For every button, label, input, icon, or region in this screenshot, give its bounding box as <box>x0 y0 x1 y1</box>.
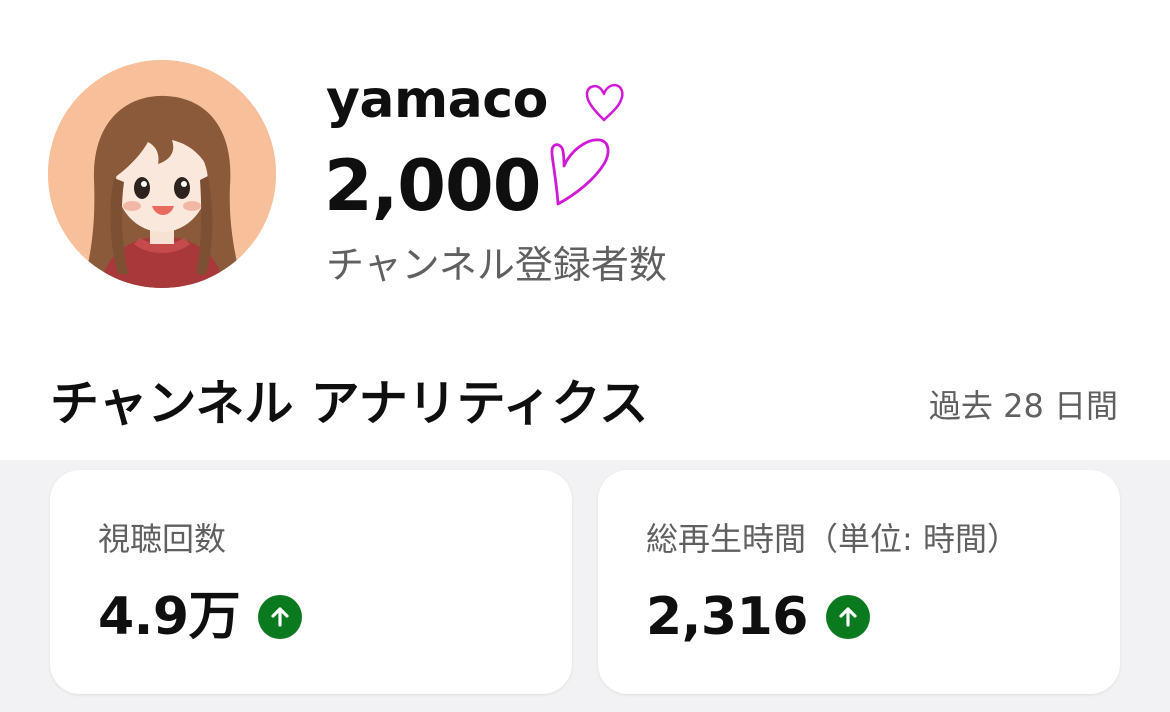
heart-outline-icon <box>550 138 610 206</box>
arrow-up-circle-icon <box>825 595 870 639</box>
analytics-title: チャンネル アナリティクス <box>50 375 649 432</box>
channel-avatar[interactable] <box>48 60 276 288</box>
views-value: 4.9万 <box>98 587 241 647</box>
channel-name: yamaco <box>326 70 548 130</box>
arrow-up-circle-icon <box>258 595 303 639</box>
subscriber-count: 2,000 <box>324 145 541 227</box>
heart-outline-icon <box>585 83 624 122</box>
watch-time-label: 総再生時間（単位: 時間） <box>646 520 1019 558</box>
avatar-illustration <box>48 60 276 288</box>
subscriber-label: チャンネル登録者数 <box>326 243 667 287</box>
watch-time-value: 2,316 <box>646 587 808 647</box>
watch-time-value-row: 2,316 <box>646 586 870 648</box>
analytics-period[interactable]: 過去 28 日間 <box>929 386 1118 426</box>
views-card[interactable]: 視聴回数 4.9万 <box>50 470 572 694</box>
views-value-row: 4.9万 <box>98 586 303 648</box>
views-label: 視聴回数 <box>98 520 227 558</box>
watch-time-card[interactable]: 総再生時間（単位: 時間） 2,316 <box>598 470 1120 694</box>
